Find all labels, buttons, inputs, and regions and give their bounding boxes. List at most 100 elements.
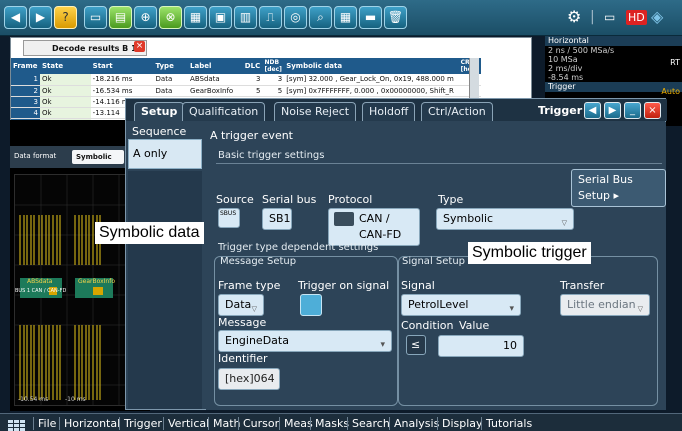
- type-label: Type: [438, 193, 464, 206]
- minimize-icon[interactable]: _: [624, 102, 641, 119]
- protocol-select[interactable]: CAN / CAN-FD: [328, 208, 420, 246]
- condition-label: Condition: [401, 319, 454, 332]
- zoom-icon[interactable]: ⊕: [134, 6, 157, 29]
- col-header[interactable]: DLC: [242, 58, 263, 74]
- col-header[interactable]: NDB [dec]: [262, 58, 285, 74]
- table-cell: Data: [153, 85, 189, 97]
- search-icon[interactable]: ⌕: [309, 6, 332, 29]
- forward-icon[interactable]: ▶: [29, 6, 52, 29]
- divider: [216, 163, 662, 164]
- identifier-field[interactable]: [hex]064: [218, 368, 280, 390]
- signal-select[interactable]: PetrolLevel ▾: [401, 294, 521, 316]
- grid-icon[interactable]: ▦: [184, 6, 207, 29]
- menu-trigger[interactable]: Trigger: [119, 417, 162, 430]
- transfer-label: Transfer: [560, 279, 605, 292]
- main-toolbar: ◀ ▶ ? ▭ ▤ ⊕ ⊗ ▦ ▣ ▥ ⎍ ◎ ⌕ ▦ ▬ 🗑 ⚙ | ▭ HD…: [0, 0, 682, 36]
- apps-grid-icon[interactable]: [8, 417, 26, 431]
- message-select[interactable]: EngineData ▾: [218, 330, 392, 352]
- table-cell: 3: [242, 74, 263, 86]
- acquisition-mode: RT: [670, 58, 680, 67]
- col-header[interactable]: Start: [90, 58, 154, 74]
- help-icon[interactable]: ?: [54, 6, 77, 29]
- symbol-label: ABSdata: [27, 278, 53, 285]
- forward-icon[interactable]: ▶: [604, 102, 621, 119]
- signal-icon[interactable]: ▭: [604, 6, 615, 30]
- menu-math[interactable]: Math: [208, 417, 241, 430]
- mask-icon[interactable]: ◎: [284, 6, 307, 29]
- table-cell: 4: [11, 107, 40, 119]
- settings-icon[interactable]: ⚙: [567, 6, 581, 30]
- delete-icon[interactable]: 🗑: [384, 6, 407, 29]
- value-field[interactable]: 10: [438, 335, 524, 357]
- table-cell: Ok: [39, 96, 91, 108]
- serial-bus-setup-button[interactable]: Serial Bus Setup ▸: [571, 169, 666, 207]
- trigger-on-signal-toggle[interactable]: [300, 294, 322, 316]
- hd-icon[interactable]: HD: [626, 10, 647, 25]
- serial-bus-select[interactable]: SB1: [262, 208, 292, 230]
- binoculars-icon[interactable]: ⊗: [159, 6, 182, 29]
- type-select[interactable]: Symbolic ▽: [436, 208, 574, 230]
- frame-type-select[interactable]: Data ▽: [218, 294, 264, 316]
- chevron-down-icon: ▾: [509, 304, 514, 314]
- tab-setup[interactable]: Setup: [134, 102, 185, 121]
- memory-icon[interactable]: ▦: [334, 6, 357, 29]
- transfer-select[interactable]: Little endian ▽: [560, 294, 650, 316]
- save-icon[interactable]: ▬: [359, 6, 382, 29]
- display-icon[interactable]: ▣: [209, 6, 232, 29]
- histogram-icon[interactable]: ▥: [234, 6, 257, 29]
- menu-display[interactable]: Display: [437, 417, 483, 430]
- close-icon[interactable]: ×: [644, 102, 661, 119]
- table-cell: GearBoxInfo: [188, 85, 243, 97]
- data-format-select[interactable]: Symbolic: [72, 150, 124, 164]
- transfer-value: Little endian: [567, 298, 636, 311]
- signal-label: Signal: [401, 279, 435, 292]
- menu-tutorials[interactable]: Tutorials: [481, 417, 532, 430]
- frame-type-label: Frame type: [218, 279, 281, 292]
- sequence-select[interactable]: A only: [128, 139, 202, 169]
- col-header[interactable]: Label: [188, 58, 243, 74]
- table-cell: Ok: [39, 74, 91, 86]
- source-select[interactable]: SBUS: [218, 208, 240, 228]
- car-icon: [334, 212, 354, 226]
- report-icon[interactable]: ▤: [109, 6, 132, 29]
- tab-ctrl-action[interactable]: Ctrl/Action: [421, 102, 493, 121]
- message-setup-title: Message Setup: [220, 256, 297, 267]
- menu-analysis[interactable]: Analysis: [389, 417, 439, 430]
- trigger-edge-icon[interactable]: ⎍: [259, 6, 282, 29]
- tab-holdoff[interactable]: Holdoff: [362, 102, 416, 121]
- data-format-label: Data format: [14, 152, 57, 160]
- screenshot-icon[interactable]: ▭: [84, 6, 107, 29]
- menu-masks[interactable]: Masks: [310, 417, 349, 430]
- menu-search[interactable]: Search: [347, 417, 390, 430]
- tab-qualification[interactable]: Qualification: [182, 102, 266, 121]
- sequence-list: [128, 171, 202, 409]
- col-header[interactable]: Frame: [11, 58, 40, 74]
- col-header[interactable]: State: [39, 58, 91, 74]
- network-icon[interactable]: ◈: [651, 6, 663, 30]
- decode-results-tab[interactable]: Decode results B 1: [23, 40, 147, 56]
- back-icon[interactable]: ◀: [4, 6, 27, 29]
- table-cell: Data: [153, 74, 189, 86]
- menu-cursor[interactable]: Cursor: [238, 417, 279, 430]
- col-header[interactable]: Type: [153, 58, 189, 74]
- back-icon[interactable]: ◀: [584, 102, 601, 119]
- type-value: Symbolic: [443, 212, 494, 225]
- table-cell: 3: [11, 96, 40, 108]
- condition-select[interactable]: ≤: [406, 335, 426, 355]
- table-row[interactable]: 1 Ok -18.216 ms Data ABSdata 3 3 [sym] 32.000 ,…: [11, 74, 481, 86]
- menu-vertical[interactable]: Vertical: [163, 417, 209, 430]
- tab-noise-reject[interactable]: Noise Reject: [274, 102, 357, 121]
- menu-file[interactable]: File: [33, 417, 56, 430]
- signal-setup-title: Signal Setup: [402, 256, 466, 267]
- protocol-value: CAN / CAN-FD: [359, 212, 402, 241]
- basic-section-title: Basic trigger settings: [218, 150, 325, 161]
- identifier-label: Identifier: [218, 352, 268, 365]
- table-row[interactable]: 2 Ok -16.534 ms Data GearBoxInfo 5 5 [sym] 0x7F…: [11, 85, 481, 97]
- col-header[interactable]: Symbolic data: [284, 58, 459, 74]
- chevron-down-icon: ▽: [251, 305, 257, 313]
- close-icon[interactable]: ×: [134, 41, 145, 52]
- signal-value: PetrolLevel: [408, 298, 469, 311]
- menu-horizontal[interactable]: Horizontal: [59, 417, 120, 430]
- horizontal-header[interactable]: Horizontal: [545, 36, 682, 46]
- menu-meas[interactable]: Meas: [279, 417, 313, 430]
